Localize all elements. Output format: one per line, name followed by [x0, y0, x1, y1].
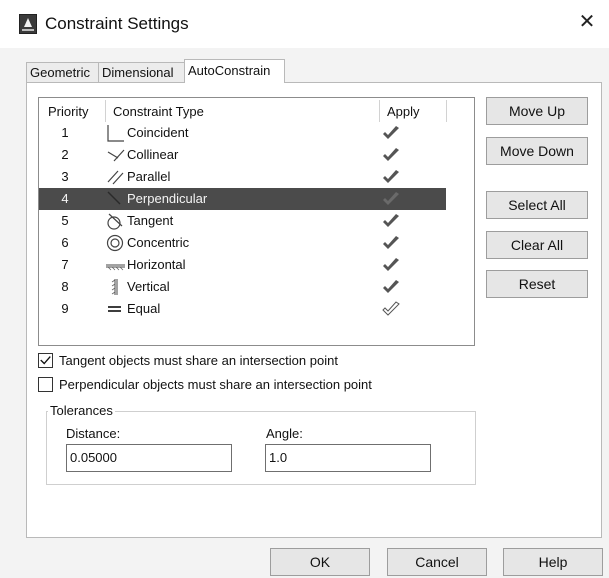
distance-field[interactable]: 0.05000 [66, 444, 232, 472]
table-row[interactable]: 7 Horizontal [39, 254, 446, 276]
row-priority: 5 [61, 213, 69, 228]
tab-dimensional[interactable]: Dimensional [98, 62, 185, 83]
angle-label: Angle: [266, 426, 303, 441]
table-row[interactable]: 9 Equal [39, 298, 446, 320]
row-constraint-type: Tangent [127, 213, 174, 228]
distance-label: Distance: [66, 426, 121, 441]
header-apply[interactable]: Apply [387, 104, 420, 119]
perpendicular-intersection-option[interactable]: Perpendicular objects must share an inte… [38, 376, 408, 394]
apply-check-icon[interactable] [381, 257, 401, 273]
concentric-icon [106, 234, 124, 252]
tab-geometric[interactable]: Geometric [26, 62, 99, 83]
apply-check-icon[interactable] [381, 169, 401, 185]
row-constraint-type: Vertical [127, 279, 170, 294]
list-header: Priority Constraint Type Apply [39, 98, 474, 123]
parallel-icon [107, 170, 124, 185]
row-constraint-type: Concentric [127, 235, 190, 250]
row-constraint-type: Horizontal [127, 257, 186, 272]
apply-check-icon[interactable] [381, 213, 401, 229]
table-row[interactable]: 2 Collinear [39, 144, 446, 166]
angle-field[interactable]: 1.0 [265, 444, 431, 472]
apply-check-icon[interactable] [381, 147, 401, 163]
row-priority: 7 [61, 257, 69, 272]
row-constraint-type: Collinear [127, 147, 179, 162]
perpendicular-intersection-checkbox[interactable] [38, 377, 53, 392]
table-row[interactable]: 8 Vertical [39, 276, 446, 298]
constraint-list[interactable]: Priority Constraint Type Apply 1 Coincid… [38, 97, 475, 346]
row-constraint-type: Perpendicular [127, 191, 208, 206]
help-button[interactable]: Help [503, 548, 603, 576]
row-priority: 4 [61, 191, 69, 206]
row-priority: 6 [61, 235, 69, 250]
collinear-icon [107, 149, 125, 162]
select-all-button[interactable]: Select All [486, 191, 588, 219]
equal-icon [108, 306, 121, 312]
row-priority: 3 [61, 169, 69, 184]
table-row[interactable]: 6 Concentric [39, 232, 446, 254]
coincident-icon [107, 125, 124, 142]
table-row[interactable]: 3 Parallel [39, 166, 446, 188]
vertical-icon [111, 279, 118, 295]
row-priority: 2 [61, 147, 69, 162]
header-priority[interactable]: Priority [48, 104, 88, 119]
close-icon[interactable]: ✕ [575, 10, 599, 34]
move-up-button[interactable]: Move Up [486, 97, 588, 125]
reset-button[interactable]: Reset [486, 270, 588, 298]
apply-check-icon[interactable] [381, 125, 401, 141]
row-priority: 9 [61, 301, 69, 316]
perpendicular-icon [107, 191, 121, 205]
tolerances-title: Tolerances [48, 403, 115, 418]
row-constraint-type: Parallel [127, 169, 171, 184]
cancel-button[interactable]: Cancel [387, 548, 487, 576]
move-down-button[interactable]: Move Down [486, 137, 588, 165]
header-divider [379, 100, 380, 122]
header-divider [446, 100, 447, 122]
constraint-settings-dialog: Constraint Settings ✕ Geometric Dimensio… [0, 0, 609, 578]
tab-autoconstrain[interactable]: AutoConstrain [184, 59, 285, 83]
checkmark-icon [40, 356, 51, 365]
apply-check-icon[interactable] [381, 279, 401, 295]
dialog-title: Constraint Settings [45, 14, 189, 33]
tangent-intersection-label[interactable]: Tangent objects must share an intersecti… [59, 353, 338, 368]
table-row[interactable]: 1 Coincident [39, 122, 446, 144]
apply-check-icon[interactable] [381, 191, 401, 207]
table-row[interactable]: 5 Tangent [39, 210, 446, 232]
tangent-intersection-checkbox[interactable] [38, 353, 53, 368]
header-divider [105, 100, 106, 122]
row-constraint-type: Equal [127, 301, 161, 316]
tangent-icon [107, 213, 123, 230]
row-constraint-type: Coincident [127, 125, 189, 140]
clear-all-button[interactable]: Clear All [486, 231, 588, 259]
perpendicular-intersection-label[interactable]: Perpendicular objects must share an inte… [59, 377, 372, 392]
row-priority: 1 [61, 125, 69, 140]
apply-check-icon[interactable] [381, 235, 401, 251]
tangent-intersection-option[interactable]: Tangent objects must share an intersecti… [38, 352, 378, 370]
title-bar: Constraint Settings ✕ [0, 0, 609, 48]
table-row-selected[interactable]: 4 Perpendicular [39, 188, 446, 210]
row-priority: 8 [61, 279, 69, 294]
autocad-app-icon [19, 14, 37, 34]
apply-check-outline-icon[interactable] [381, 301, 401, 317]
header-constraint-type[interactable]: Constraint Type [113, 104, 204, 119]
horizontal-icon [106, 264, 125, 271]
ok-button[interactable]: OK [270, 548, 370, 576]
